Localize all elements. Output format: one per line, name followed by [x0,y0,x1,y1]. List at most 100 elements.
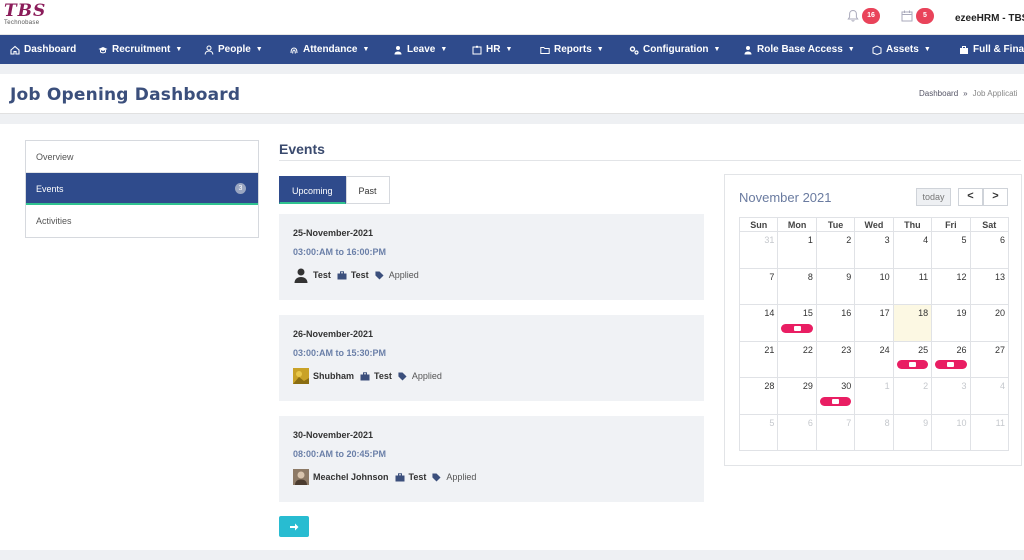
calendar-day[interactable]: 13 [969,267,1010,305]
nav-full-final-label: Full & Final [973,44,1024,55]
calendar-event-pill[interactable] [819,396,852,406]
calendar-day[interactable]: 12 [931,267,971,305]
event-time: 08:00:AM to 20:45:PM [293,449,387,459]
events-tabs: Upcoming Past [279,176,390,204]
nav-recruitment[interactable]: Recruitment ▼ [98,44,182,55]
calendar-day[interactable]: 16 [815,304,856,342]
event-card[interactable]: 26-November-2021 03:00:AM to 15:30:PM Sh… [279,315,704,401]
assets-icon [872,44,882,55]
candidate-name[interactable]: Test [313,270,331,280]
calendar-day[interactable]: 1 [777,231,817,269]
calendar-day[interactable]: 3 [931,377,971,415]
tasks-button[interactable]: 5 [900,8,934,24]
calendar-day[interactable]: 10 [931,413,971,451]
calendar-day[interactable]: 14 [738,304,779,342]
calendar-day[interactable]: 5 [738,413,779,451]
calendar-day[interactable]: 21 [738,340,779,378]
calendar-day[interactable]: 11 [892,267,933,305]
nav-people[interactable]: People ▼ [204,44,263,55]
calendar-day-with-event[interactable]: 26 [931,340,971,378]
nav-full-final[interactable]: Full & Final [959,44,1024,55]
calendar-day-with-event[interactable]: 25 [892,340,933,378]
calendar-day[interactable]: 8 [777,267,817,305]
nav-configuration[interactable]: Configuration ▼ [629,44,720,55]
calendar-day[interactable]: 22 [777,340,817,378]
breadcrumb-dashboard-link[interactable]: Dashboard [919,89,958,98]
nav-people-label: People [218,44,251,55]
calendar-day-with-event[interactable]: 15 [777,304,817,342]
briefcase-icon [337,270,347,279]
calendar-day[interactable]: 9 [892,413,933,451]
calendar-event-pill[interactable] [896,360,929,369]
calendar-next-button[interactable]: > [983,188,1008,206]
calendar-today-button[interactable]: today [916,188,951,206]
calendar-day[interactable]: 7 [815,413,856,451]
section-events[interactable]: Events 3 [26,173,258,205]
candidate-name[interactable]: Meachel Johnson [313,472,389,482]
nav-reports[interactable]: Reports ▼ [540,44,604,55]
briefcase-icon [947,362,955,367]
chevron-down-icon: ▼ [362,46,370,53]
calendar-day-with-event[interactable]: 30 [815,377,856,415]
calendar-day[interactable]: 6 [969,231,1010,269]
logo-text: TBS [4,1,47,21]
calendar-day[interactable]: 19 [931,304,971,342]
calendar-day[interactable]: 11 [969,413,1010,451]
event-date: 26-November-2021 [293,329,374,339]
nav-role-base-access[interactable]: Role Base Access ▼ [743,44,855,55]
calendar-day[interactable]: 2 [815,231,856,269]
job-title: Test [374,371,392,381]
calendar-day[interactable]: 24 [854,340,894,378]
calendar-day[interactable]: 27 [969,340,1010,378]
nav-assets[interactable]: Assets ▼ [872,44,931,55]
breadcrumb: Dashboard » Job Applicati [919,89,1018,98]
page-header: Job Opening Dashboard Dashboard » Job Appl… [0,74,1024,114]
calendar-day[interactable]: 9 [815,267,856,305]
calendar-event-pill[interactable] [935,360,967,369]
next-arrow-button[interactable] [279,516,309,537]
nav-attendance[interactable]: Attendance ▼ [289,44,369,55]
calendar-day[interactable]: 29 [777,377,817,415]
company-logo[interactable]: TBS Technobase [4,3,50,33]
calendar-day[interactable]: 28 [738,377,779,415]
calendar-day[interactable]: 5 [931,231,971,269]
nav-dashboard[interactable]: Dashboard [10,44,76,55]
user-menu[interactable]: ezeeHRM - TBS [955,13,1024,24]
weekday-header: Wed [854,217,894,232]
calendar-day[interactable]: 31 [738,231,779,269]
calendar-day[interactable]: 20 [969,304,1010,342]
tasks-count-badge: 5 [916,8,934,24]
event-card[interactable]: 25-November-2021 03:00:AM to 16:00:PM Te… [279,214,704,300]
calendar-day[interactable]: 4 [892,231,933,269]
calendar-day[interactable]: 2 [892,377,933,415]
calendar-event-pill[interactable] [781,323,813,333]
calendar-day[interactable]: 10 [854,267,894,305]
calendar-day[interactable]: 17 [854,304,894,342]
tab-past[interactable]: Past [345,176,390,204]
section-overview[interactable]: Overview [26,141,258,173]
calendar-prev-button[interactable]: < [958,188,983,206]
candidate-name[interactable]: Shubham [313,371,354,381]
calendar-day[interactable]: 6 [777,413,817,451]
calendar-day[interactable]: 8 [854,413,894,451]
notifications-count-badge: 16 [862,8,880,24]
event-meta: Shubham Test Applied [293,368,442,384]
calendar-day-number: 25 [918,344,929,355]
nav-reports-label: Reports [554,44,592,55]
calendar-day[interactable]: 4 [969,377,1010,415]
calendar-day[interactable]: 7 [738,267,779,305]
nav-hr[interactable]: HR ▼ [472,44,512,55]
weekday-row: Sun Mon Tue Wed Thu Fri Sat [738,217,1010,232]
notifications-button[interactable]: 16 [846,8,880,24]
status-label: Applied [388,270,419,280]
chevron-down-icon: ▼ [255,46,263,53]
nav-leave-label: Leave [407,44,436,55]
calendar-day[interactable]: 23 [815,340,856,378]
calendar-day[interactable]: 1 [854,377,894,415]
section-activities[interactable]: Activities [26,205,258,237]
event-card[interactable]: 30-November-2021 08:00:AM to 20:45:PM Me… [279,416,704,502]
tab-upcoming[interactable]: Upcoming [279,176,346,204]
nav-leave[interactable]: Leave ▼ [393,44,447,55]
calendar-day-today[interactable]: 18 [892,304,933,342]
calendar-day[interactable]: 3 [854,231,894,269]
